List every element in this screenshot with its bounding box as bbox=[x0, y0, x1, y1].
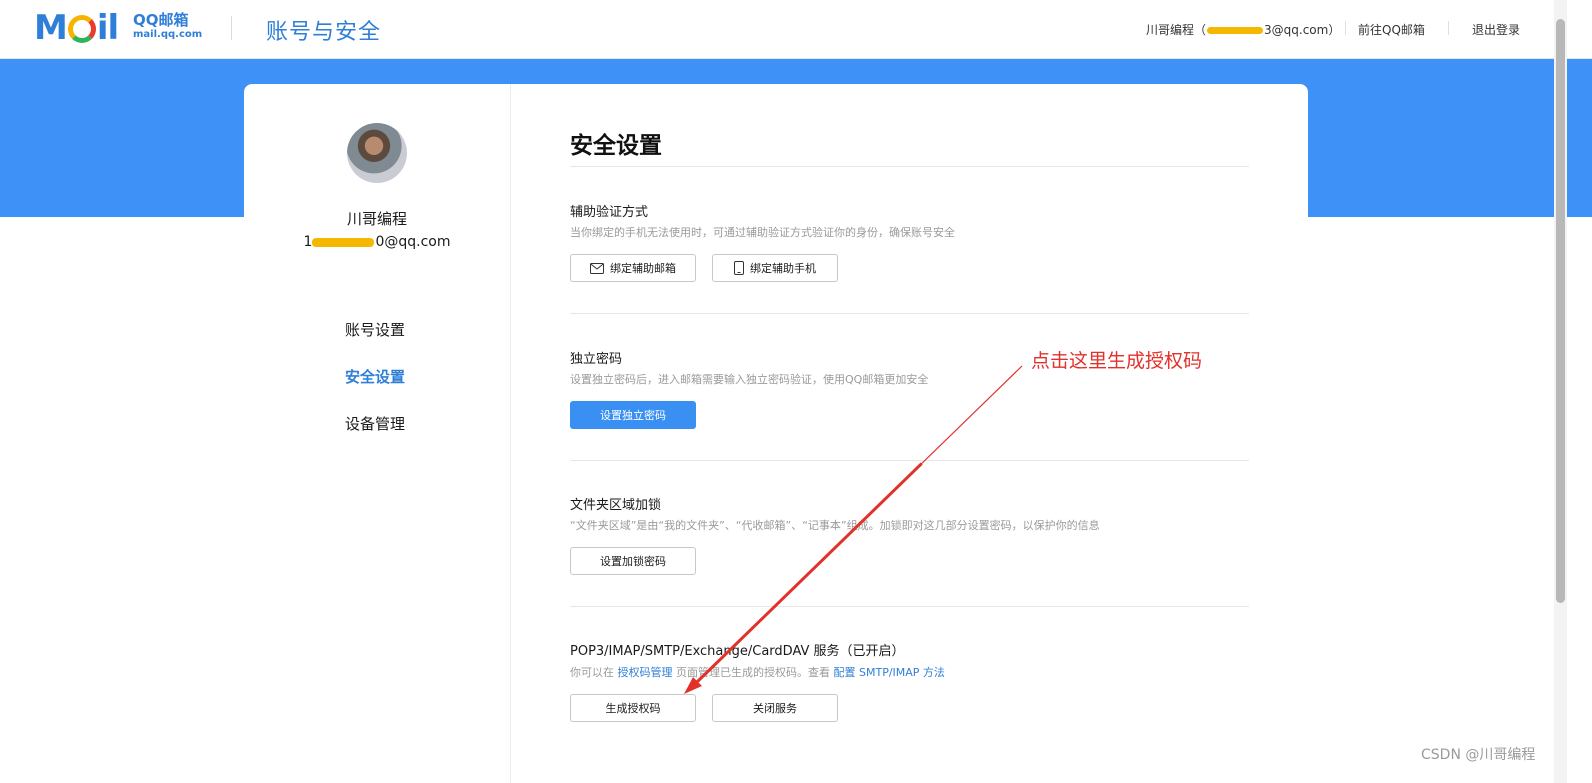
section-title-pop3-service: POP3/IMAP/SMTP/Exchange/CardDAV 服务（已开启） bbox=[570, 644, 905, 659]
divider bbox=[570, 313, 1249, 314]
header-user-info: 川哥编程（ 3@qq.com） bbox=[1146, 21, 1340, 38]
header-divider bbox=[231, 16, 232, 40]
generate-auth-code-button[interactable]: 生成授权码 bbox=[570, 694, 696, 722]
auth-code-management-link[interactable]: 授权码管理 bbox=[618, 666, 673, 679]
logo-ring-icon bbox=[67, 15, 96, 43]
logo-text: QQ邮箱 mail.qq.com bbox=[133, 13, 202, 40]
logo-letters: il bbox=[96, 8, 119, 48]
bind-aux-email-button[interactable]: 绑定辅助邮箱 bbox=[570, 254, 696, 282]
logout-link[interactable]: 退出登录 bbox=[1472, 21, 1520, 38]
header-user-prefix: 川哥编程（ bbox=[1146, 23, 1207, 37]
page-heading: 账号与安全 bbox=[266, 20, 382, 45]
header-separator bbox=[1345, 21, 1346, 35]
divider bbox=[570, 166, 1249, 167]
profile-email-prefix: 1 bbox=[303, 234, 313, 250]
goto-mail-link[interactable]: 前往QQ邮箱 bbox=[1358, 21, 1425, 38]
avatar bbox=[347, 123, 407, 183]
bind-aux-phone-button[interactable]: 绑定辅助手机 bbox=[712, 254, 838, 282]
section-title-independent-password: 独立密码 bbox=[570, 352, 623, 367]
section-title-aux-verify: 辅助验证方式 bbox=[570, 205, 649, 220]
annotation-text: 点击这里生成授权码 bbox=[1031, 350, 1203, 372]
settings-card: 川哥编程 1 0@qq.com 账号设置 安全设置 设备管理 安全设置 辅助验证方… bbox=[244, 84, 1308, 783]
section-desc-pop3-service: 你可以在 授权码管理 页面管理已生成的授权码。查看 配置 SMTP/IMAP 方… bbox=[570, 664, 945, 680]
top-bar: Mil QQ邮箱 mail.qq.com 账号与安全 川哥编程（ 3@qq.com… bbox=[0, 0, 1592, 59]
mail-icon bbox=[590, 262, 604, 274]
desc-text: 你可以在 bbox=[570, 666, 618, 679]
profile-email-suffix: 0@qq.com bbox=[375, 234, 451, 250]
phone-icon bbox=[734, 261, 744, 275]
smtp-imap-config-link[interactable]: 配置 SMTP/IMAP 方法 bbox=[834, 666, 945, 679]
section-title-folder-lock: 文件夹区域加锁 bbox=[570, 498, 662, 513]
mail-logo[interactable]: Mil bbox=[34, 8, 119, 48]
section-desc-independent-password: 设置独立密码后，进入邮箱需要输入独立密码验证，使用QQ邮箱更加安全 bbox=[570, 373, 929, 386]
profile-name: 川哥编程 bbox=[346, 210, 407, 228]
bind-aux-phone-label: 绑定辅助手机 bbox=[750, 262, 816, 275]
sidebar-nav: 账号设置 安全设置 设备管理 bbox=[345, 320, 405, 461]
sidebar-item-account[interactable]: 账号设置 bbox=[345, 320, 405, 367]
desc-text: 页面管理已生成的授权码。查看 bbox=[672, 666, 834, 679]
content-title: 安全设置 bbox=[570, 133, 662, 159]
profile-email: 1 0@qq.com bbox=[244, 234, 510, 250]
close-service-button[interactable]: 关闭服务 bbox=[712, 694, 838, 722]
divider bbox=[570, 606, 1249, 607]
sidebar-item-security[interactable]: 安全设置 bbox=[345, 367, 405, 414]
redaction-mark bbox=[1207, 27, 1264, 34]
section-desc-aux-verify: 当你绑定的手机无法使用时，可通过辅助验证方式验证你的身份，确保账号安全 bbox=[570, 226, 955, 239]
set-lock-password-button[interactable]: 设置加锁密码 bbox=[570, 547, 696, 575]
redaction-mark bbox=[312, 237, 375, 247]
logo-cn: QQ邮箱 bbox=[133, 11, 189, 29]
bind-aux-email-label: 绑定辅助邮箱 bbox=[610, 262, 676, 275]
sidebar-item-devices[interactable]: 设备管理 bbox=[345, 414, 405, 461]
watermark: CSDN @川哥编程 bbox=[1421, 747, 1536, 763]
header-separator bbox=[1448, 21, 1449, 35]
divider bbox=[570, 460, 1249, 461]
card-divider bbox=[510, 84, 511, 783]
scrollbar-thumb[interactable] bbox=[1556, 19, 1565, 603]
set-independent-password-button[interactable]: 设置独立密码 bbox=[570, 401, 696, 429]
header-user-suffix: 3@qq.com） bbox=[1264, 23, 1341, 37]
section-desc-folder-lock: “文件夹区域”是由“我的文件夹”、“代收邮箱”、“记事本”组成。加锁即对这几部分… bbox=[570, 519, 1100, 532]
logo-en: mail.qq.com bbox=[133, 29, 203, 40]
logo-letter: M bbox=[34, 8, 68, 48]
